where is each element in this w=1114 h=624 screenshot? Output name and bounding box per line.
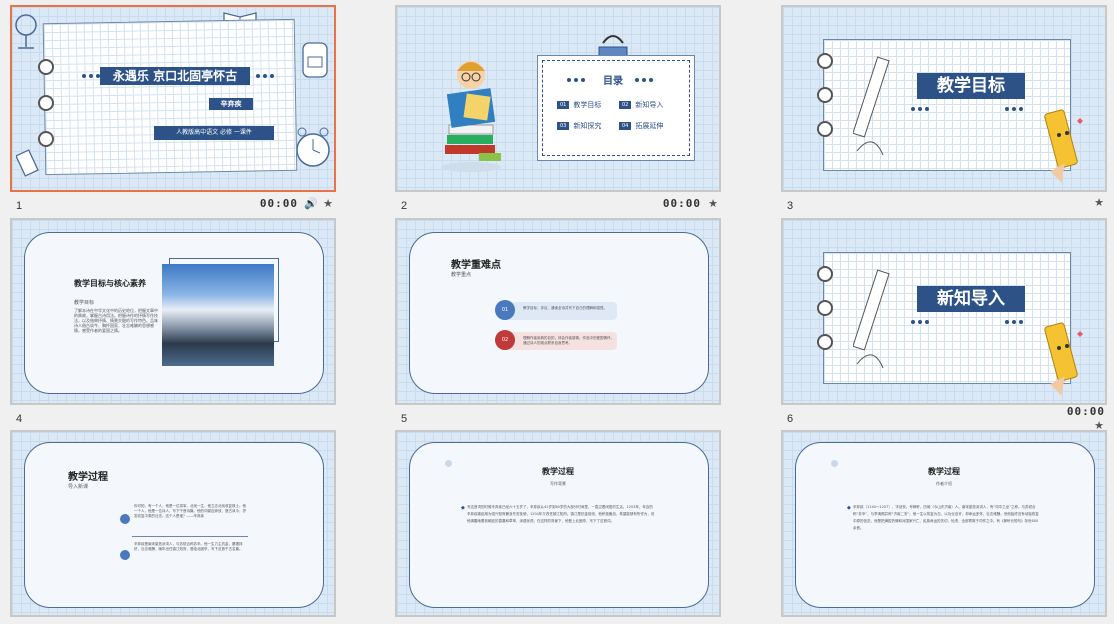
doodle-backpack-icon [302,42,328,78]
ring-2 [817,87,833,103]
dots-left [911,320,929,324]
toc-item-1[interactable]: 01 教学目标 [557,100,601,110]
slide-1-subtitle: 人教版高中语文 必修 一课件 [154,126,274,140]
transition-star-icon[interactable]: ★ [707,197,719,210]
slide-number: 3 [787,200,794,212]
slide-3-canvas[interactable]: 教学目标 [781,5,1107,192]
slide-1-title: 永遇乐 京口北固亭怀古 [100,67,250,85]
slide-7-subhead: 导入新课 [68,484,89,490]
slide-meta: 00:00 ★ [1067,405,1105,432]
slide-number: 2 [401,200,408,212]
bullet-icon: ◆ [461,505,465,511]
bullet-icon: ◆ [847,505,851,511]
snow-mountain-photo [162,264,274,366]
slide-9-canvas[interactable]: 教学过程 作者介绍 ◆ 辛弃疾（1140～1207），字幼安，号稼轩，历城（今山… [781,430,1107,617]
slide-8-subhead: 写作背景 [550,481,566,486]
slide-5-title: 教学重难点 [451,260,501,271]
ring-2 [817,300,833,316]
reading-boy-illustration [441,61,501,172]
notebook-paper [42,18,298,176]
slide-timing: 00:00 [662,197,701,210]
ring-1 [38,59,54,75]
ring-2 [38,95,54,111]
transition-star-icon[interactable]: ★ [322,197,334,210]
slide-4-title: 教学目标与核心素养 [74,279,146,288]
dots-right [1005,320,1023,324]
slide-9-subhead: 作者介绍 [936,481,952,486]
slide-5-subhead: 教学重点 [451,272,472,278]
slide-5-canvas[interactable]: 教学重难点 教学重点 01 教学目标、评议、通读全诗并写下自己的理解和感悟。 0… [395,218,721,405]
dots-left [82,74,100,78]
ring-1 [817,266,833,282]
slide-6-title: 新知导入 [917,286,1025,312]
slide-meta: ★ [1093,197,1105,209]
slide-number: 5 [401,413,408,425]
divider [132,536,248,537]
slide-9-body: 辛弃疾（1140～1207），字幼安，号稼轩，历城（今山东济南）人。南宋豪放派词… [853,505,1039,530]
slide-9-title: 教学过程 [928,467,960,476]
para-1-badge-icon [120,514,130,524]
slide-meta: 00:00 🔊 ★ [260,197,334,210]
para-2-badge-icon [120,550,130,560]
slide-2-canvas[interactable]: 目录 01 教学目标 02 新知导入 03 新知探究 04 拓展延伸 [395,5,721,192]
slide-1-canvas[interactable]: 永遇乐 京口北固亭怀古 辛弃疾 人教版高中语文 必修 一课件 [10,5,336,192]
slide-4-body: 了解本诗在中华文化中的历史地位，把握文章中的典故，掌握古诗用法。把握诗作的抒情写… [74,308,158,333]
key-point-2-text: 理解作者用典的目的，体会作者感情，作品中的爱国情怀，通过诗人的观点联系自身思考。 [523,336,614,345]
slide-number: 6 [787,413,794,425]
toc-title: 目录 [603,76,623,87]
dots-right [1005,107,1023,111]
dots-right [256,74,274,78]
slide-1-author: 辛弃疾 [209,98,253,110]
slide-7-paragraph-1: 你可知，有一个人，他是一位将军。北伐一生，他立志北伐收复故土。他一个人，他是一位… [134,504,246,518]
doodle-clock-icon [296,127,330,167]
ring-3 [817,334,833,350]
slide-timing: 00:00 [259,197,298,210]
speaker-icon[interactable]: 🔊 [304,197,318,210]
ring-1 [817,53,833,69]
dots-right [635,78,653,82]
dots-left [567,78,585,82]
sketch-pencil-icon [853,56,890,156]
transition-star-icon[interactable]: ★ [1093,197,1105,209]
slide-timing: 00:00 [1066,405,1105,418]
ring-3 [817,121,833,137]
cartoon-pencil-icon [1044,109,1083,183]
slide-4-canvas[interactable]: 教学目标与核心素养 教学目标 了解本诗在中华文化中的历史地位，把握文章中的典故，… [10,218,336,405]
slide-8-canvas[interactable]: 教学过程 写作背景 ◆ 写这首词的时候辛弃疾已经六十五岁了，辛弃疾从42岁到60… [395,430,721,617]
slide-8-title: 教学过程 [542,467,574,476]
slide-7-title: 教学过程 [68,472,108,483]
key-point-2: 02 理解作者用典的目的，体会作者感情，作品中的爱国情怀，通过诗人的观点联系自身… [495,330,617,350]
slide-7-canvas[interactable]: 教学过程 导入新课 你可知，有一个人，他是一位将军。北伐一生，他立志北伐收复故土… [10,430,336,617]
toc-item-4[interactable]: 04 拓展延伸 [619,121,663,131]
cartoon-pencil-icon [1044,322,1083,396]
toc-item-2[interactable]: 02 新知导入 [619,100,663,110]
slide-4-subhead: 教学目标 [74,300,95,306]
slide-number: 4 [16,413,23,425]
dots-left [911,107,929,111]
slide-number: 1 [16,200,23,212]
key-point-1: 01 教学目标、评议、通读全诗并写下自己的理解和感悟。 [495,300,617,320]
toc-item-3[interactable]: 03 新知探究 [557,121,601,131]
slide-7-paragraph-2: 辛弃疾是南宋豪放派词人，与苏轼合称苏辛。他一生力主抗金，屡遭排挤，壮志难酬，晚年… [134,542,243,551]
slide-3-title: 教学目标 [917,73,1025,99]
ring-3 [38,131,54,147]
doodle-pencil-icon [16,149,39,177]
sketch-pencil-icon [853,269,890,369]
slide-meta: 00:00 ★ [663,197,719,210]
key-point-2-badge: 02 [495,330,515,350]
key-point-1-badge: 01 [495,300,515,320]
slide-6-canvas[interactable]: 新知导入 [781,218,1107,405]
slide-8-body: 写这首词的时候辛弃疾已经六十五岁了，辛弃疾从42岁到60岁的大部分时间里，一直过… [467,505,655,523]
key-point-1-text: 教学目标、评议、通读全诗并写下自己的理解和感悟。 [523,306,607,310]
doodle-globe-icon [15,14,37,49]
